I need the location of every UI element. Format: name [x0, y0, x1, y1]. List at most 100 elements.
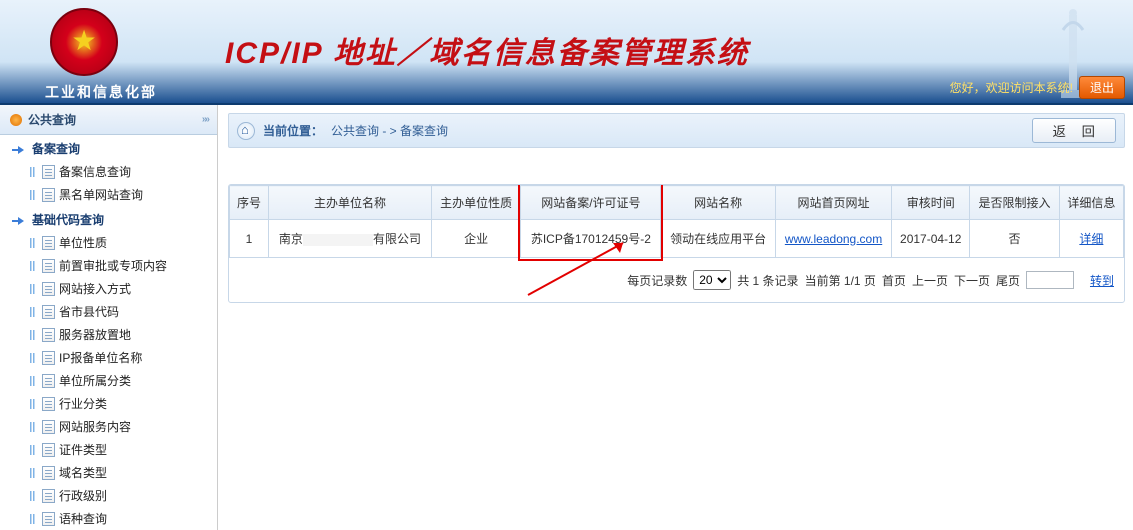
bullet-icon: [10, 114, 22, 126]
sidebar-item[interactable]: 证件类型: [0, 438, 217, 461]
sidebar-item-label: 网站服务内容: [59, 418, 131, 435]
sidebar-item[interactable]: 行政级别: [0, 484, 217, 507]
table-header: 是否限制接入: [970, 186, 1059, 220]
sidebar-item[interactable]: 黑名单网站查询: [0, 183, 217, 206]
pager-prev[interactable]: 上一页: [912, 272, 948, 289]
file-icon: [42, 489, 55, 503]
sidebar-item-label: 服务器放置地: [59, 326, 131, 343]
sidebar-header-label: 公共查询: [28, 111, 76, 128]
cell-homepage: www.leadong.com: [776, 220, 892, 258]
sidebar-item[interactable]: 网站接入方式: [0, 277, 217, 300]
per-page-label: 每页记录数: [627, 272, 687, 289]
file-icon: [42, 420, 55, 434]
file-icon: [42, 466, 55, 480]
cell-detail: 详细: [1059, 220, 1123, 258]
sidebar-item[interactable]: 语种查询: [0, 507, 217, 530]
detail-link[interactable]: 详细: [1079, 232, 1103, 246]
cell-org: 南京 有限公司: [268, 220, 431, 258]
file-icon: [42, 305, 55, 319]
category-label: 基础代码查询: [32, 211, 104, 228]
logout-button[interactable]: 退出: [1079, 76, 1125, 99]
sidebar-item[interactable]: 行业分类: [0, 392, 217, 415]
total-records: 共 1 条记录: [737, 272, 798, 289]
breadcrumb-path: 公共查询 - > 备案查询: [331, 122, 448, 139]
table-header: 审核时间: [892, 186, 970, 220]
table-header: 详细信息: [1059, 186, 1123, 220]
pager-goto[interactable]: 转到: [1090, 272, 1114, 289]
hand-point-icon: [10, 213, 26, 227]
sidebar-item-label: 网站接入方式: [59, 280, 131, 297]
breadcrumb: 当前位置： 公共查询 - > 备案查询 返 回: [228, 113, 1125, 148]
sidebar-item-label: 单位性质: [59, 234, 107, 251]
table-row: 1 南京有限公司 企业 苏ICP备17012459号-2 领动在线应用平台 ww…: [230, 220, 1124, 258]
results-table: 序号主办单位名称主办单位性质网站备案/许可证号网站名称网站首页网址审核时间是否限…: [228, 184, 1125, 303]
file-icon: [42, 374, 55, 388]
file-icon: [42, 188, 55, 202]
sidebar-item[interactable]: IP报备单位名称: [0, 346, 217, 369]
welcome-bar: 您好，欢迎访问本系统! 退出: [950, 76, 1125, 99]
sidebar-item-label: 黑名单网站查询: [59, 186, 143, 203]
system-title: ICP/IP 地址／域名信息备案管理系统: [225, 28, 749, 72]
file-icon: [42, 351, 55, 365]
cell-restricted: 否: [970, 220, 1059, 258]
cell-audit: 2017-04-12: [892, 220, 970, 258]
pager-next[interactable]: 下一页: [954, 272, 990, 289]
pager-first[interactable]: 首页: [882, 272, 906, 289]
sidebar-category-basecode[interactable]: 基础代码查询: [0, 206, 217, 231]
table-header: 主办单位名称: [268, 186, 431, 220]
org-prefix: 南京: [279, 232, 303, 246]
table-header: 网站备案/许可证号: [521, 186, 661, 220]
sidebar-item-label: 行业分类: [59, 395, 107, 412]
table-header: 网站首页网址: [776, 186, 892, 220]
sidebar-section-header[interactable]: 公共查询 »»: [0, 105, 217, 135]
cell-sitename: 领动在线应用平台: [661, 220, 776, 258]
pager: 每页记录数 20 共 1 条记录 当前第 1/1 页 首页 上一页 下一页 尾页…: [229, 258, 1124, 302]
sidebar-item-label: 语种查询: [59, 510, 107, 527]
sidebar-item[interactable]: 单位所属分类: [0, 369, 217, 392]
sidebar-item-label: 证件类型: [59, 441, 107, 458]
department-name: 工业和信息化部: [45, 82, 157, 102]
sidebar-item-label: 单位所属分类: [59, 372, 131, 389]
file-icon: [42, 328, 55, 342]
sidebar-item[interactable]: 单位性质: [0, 231, 217, 254]
org-suffix: 有限公司: [373, 232, 421, 246]
breadcrumb-label: 当前位置：: [263, 122, 323, 139]
sidebar-item[interactable]: 网站服务内容: [0, 415, 217, 438]
sidebar-item[interactable]: 域名类型: [0, 461, 217, 484]
back-button[interactable]: 返 回: [1032, 118, 1116, 143]
hand-point-icon: [10, 142, 26, 156]
file-icon: [42, 259, 55, 273]
sidebar-category-filing[interactable]: 备案查询: [0, 135, 217, 160]
current-page: 当前第 1/1 页: [805, 272, 876, 289]
sidebar-item-label: 域名类型: [59, 464, 107, 481]
app-header: 工业和信息化部 ICP/IP 地址／域名信息备案管理系统 您好，欢迎访问本系统!…: [0, 0, 1133, 105]
table-header: 序号: [230, 186, 269, 220]
cell-license: 苏ICP备17012459号-2: [521, 220, 661, 258]
file-icon: [42, 282, 55, 296]
file-icon: [42, 397, 55, 411]
national-emblem-icon: [50, 8, 118, 76]
homepage-link[interactable]: www.leadong.com: [785, 232, 882, 246]
redacted-block: [303, 234, 373, 246]
sidebar-item[interactable]: 备案信息查询: [0, 160, 217, 183]
sidebar-item-label: 前置审批或专项内容: [59, 257, 167, 274]
file-icon: [42, 165, 55, 179]
sidebar-item-label: 备案信息查询: [59, 163, 131, 180]
sidebar-item[interactable]: 服务器放置地: [0, 323, 217, 346]
table-header: 主办单位性质: [431, 186, 520, 220]
pager-page-input[interactable]: [1026, 271, 1074, 289]
per-page-select[interactable]: 20: [693, 270, 731, 290]
welcome-text: 您好，欢迎访问本系统!: [950, 79, 1073, 96]
sidebar-item[interactable]: 省市县代码: [0, 300, 217, 323]
home-icon[interactable]: [237, 122, 255, 140]
category-label: 备案查询: [32, 140, 80, 157]
sidebar-item-label: 行政级别: [59, 487, 107, 504]
cell-seq: 1: [230, 220, 269, 258]
file-icon: [42, 512, 55, 526]
sidebar-item[interactable]: 前置审批或专项内容: [0, 254, 217, 277]
pager-last[interactable]: 尾页: [996, 272, 1020, 289]
sidebar-item-label: 省市县代码: [59, 303, 119, 320]
file-icon: [42, 443, 55, 457]
collapse-chevrons-icon: »»: [202, 114, 207, 125]
sidebar-item-label: IP报备单位名称: [59, 349, 142, 366]
